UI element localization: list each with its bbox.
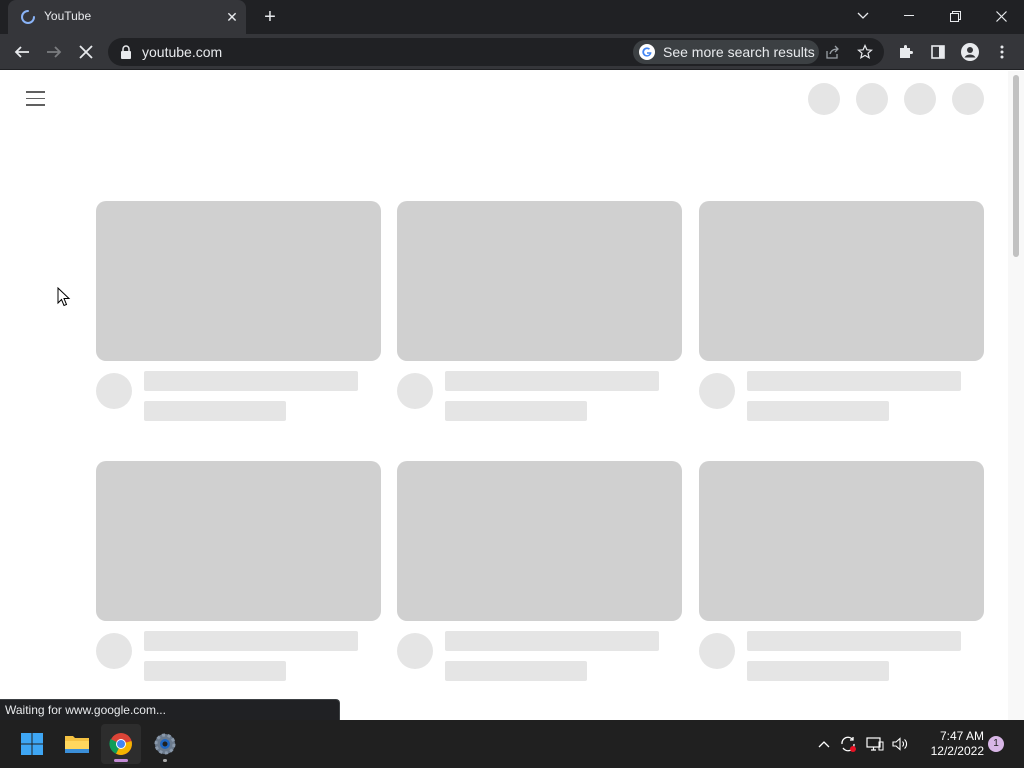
title-placeholder	[144, 371, 358, 391]
windows-taskbar: 7:47 AM 12/2/2022 1	[0, 720, 1024, 768]
new-tab-button[interactable]: +	[258, 6, 282, 28]
active-app-indicator	[114, 759, 128, 762]
bookmark-button[interactable]	[856, 43, 874, 61]
restore-button[interactable]	[932, 0, 978, 32]
share-button[interactable]	[824, 43, 842, 61]
notification-badge[interactable]: 1	[988, 736, 1004, 752]
tab-search-button[interactable]	[840, 0, 886, 32]
header-placeholder-circle	[808, 83, 840, 115]
thumbnail-placeholder	[96, 201, 381, 361]
start-button[interactable]	[12, 724, 52, 764]
header-placeholder-circle	[952, 83, 984, 115]
share-icon	[826, 45, 839, 59]
meta-placeholder	[445, 661, 587, 681]
sync-icon	[841, 736, 856, 752]
chevron-down-icon	[857, 12, 869, 19]
tab-title: YouTube	[44, 9, 92, 23]
chrome-taskbar-button[interactable]	[101, 724, 141, 764]
status-bubble: Waiting for www.google.com...	[0, 699, 340, 721]
google-icon	[639, 44, 655, 60]
meta-placeholder	[445, 401, 587, 421]
file-explorer-icon	[65, 736, 89, 753]
system-clock[interactable]: 7:47 AM 12/2/2022	[914, 729, 984, 759]
settings-taskbar-button[interactable]	[145, 724, 185, 764]
stop-loading-button[interactable]	[72, 38, 100, 66]
loading-spinner-icon	[21, 10, 35, 24]
minimize-icon	[904, 15, 914, 16]
channel-avatar-placeholder	[397, 373, 433, 409]
tab-youtube[interactable]: YouTube ✕	[8, 0, 246, 34]
title-bar: YouTube ✕ +	[0, 0, 1024, 34]
show-hidden-icons-button[interactable]	[814, 734, 834, 754]
title-placeholder	[747, 371, 961, 391]
header-placeholder-circle	[856, 83, 888, 115]
channel-avatar-placeholder	[699, 633, 735, 669]
lock-icon[interactable]	[120, 45, 132, 59]
star-icon	[857, 44, 873, 60]
meta-placeholder	[747, 401, 889, 421]
title-placeholder	[445, 631, 659, 651]
scrollbar-thumb[interactable]	[1013, 75, 1019, 257]
close-icon	[995, 10, 1007, 22]
forward-button[interactable]	[40, 38, 68, 66]
restore-icon	[949, 10, 961, 22]
stop-icon	[79, 45, 93, 59]
channel-avatar-placeholder	[96, 633, 132, 669]
tab-close-icon[interactable]: ✕	[223, 8, 241, 26]
close-window-button[interactable]	[978, 0, 1024, 32]
channel-avatar-placeholder	[397, 633, 433, 669]
page-scrollbar[interactable]	[1008, 71, 1024, 720]
file-explorer-button[interactable]	[57, 724, 97, 764]
chrome-icon	[109, 733, 132, 755]
browser-menu-button[interactable]	[988, 38, 1016, 66]
network-icon	[866, 737, 884, 751]
meta-placeholder	[144, 661, 286, 681]
clock-time: 7:47 AM	[939, 729, 984, 743]
sync-tray-button[interactable]	[838, 734, 858, 754]
thumbnail-placeholder	[397, 461, 682, 621]
thumbnail-placeholder	[96, 461, 381, 621]
running-app-indicator	[163, 759, 167, 762]
chevron-up-icon	[818, 741, 830, 748]
hamburger-menu-icon[interactable]	[26, 91, 46, 107]
network-tray-button[interactable]	[865, 734, 885, 754]
back-button[interactable]	[8, 38, 36, 66]
arrow-right-icon	[47, 46, 62, 58]
extensions-button[interactable]	[892, 38, 920, 66]
mouse-cursor-icon	[57, 287, 71, 307]
puzzle-icon	[900, 45, 913, 58]
arrow-left-icon	[14, 46, 29, 58]
profile-icon	[961, 43, 979, 61]
title-placeholder	[144, 631, 358, 651]
channel-avatar-placeholder	[699, 373, 735, 409]
profile-button[interactable]	[956, 38, 984, 66]
side-panel-button[interactable]	[924, 38, 952, 66]
volume-tray-button[interactable]	[890, 734, 910, 754]
channel-avatar-placeholder	[96, 373, 132, 409]
settings-icon	[154, 733, 176, 755]
youtube-page	[0, 71, 1024, 720]
title-placeholder	[445, 371, 659, 391]
speaker-icon	[892, 737, 907, 751]
url-text[interactable]: youtube.com	[142, 44, 222, 60]
browser-toolbar: youtube.com See more search results	[0, 34, 1024, 70]
thumbnail-placeholder	[699, 461, 984, 621]
side-panel-icon	[931, 45, 945, 59]
meta-placeholder	[747, 661, 889, 681]
status-text: Waiting for www.google.com...	[5, 703, 166, 717]
start-icon	[21, 733, 43, 755]
kebab-menu-icon	[1000, 45, 1004, 59]
search-chip-label: See more search results	[663, 44, 815, 60]
title-placeholder	[747, 631, 961, 651]
header-placeholder-circle	[904, 83, 936, 115]
clock-date: 12/2/2022	[930, 744, 984, 758]
thumbnail-placeholder	[699, 201, 984, 361]
address-bar[interactable]: youtube.com See more search results	[108, 38, 884, 66]
meta-placeholder	[144, 401, 286, 421]
thumbnail-placeholder	[397, 201, 682, 361]
search-results-chip[interactable]: See more search results	[633, 40, 819, 64]
minimize-button[interactable]	[886, 0, 932, 32]
